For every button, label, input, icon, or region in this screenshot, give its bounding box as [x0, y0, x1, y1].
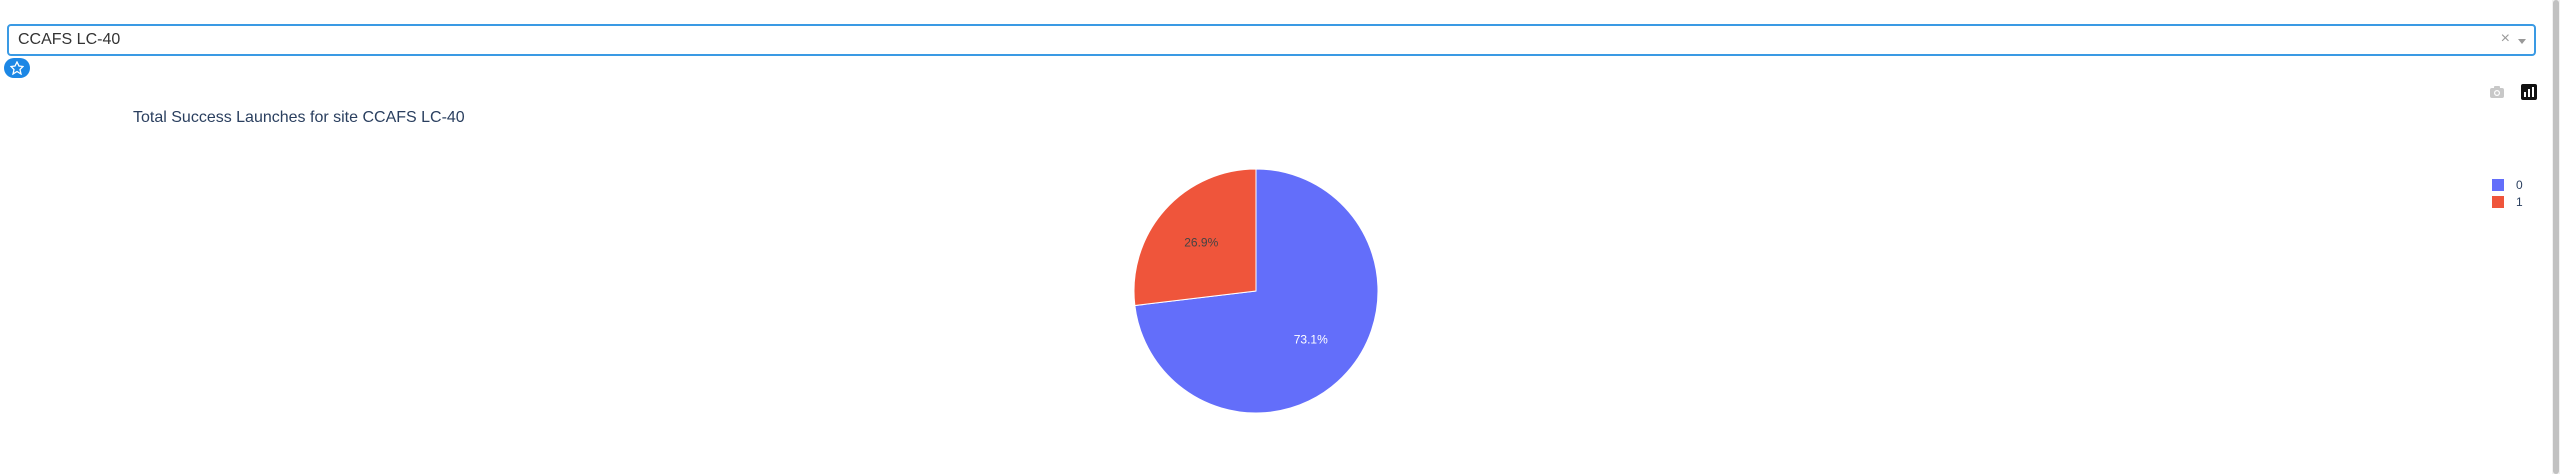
- chart-legend: 0 1: [2492, 176, 2523, 210]
- legend-item-0[interactable]: 0: [2492, 176, 2523, 193]
- vertical-scrollbar[interactable]: [2552, 0, 2560, 474]
- legend-label-0: 0: [2516, 177, 2523, 192]
- legend-swatch-1: [2492, 195, 2504, 208]
- scrollbar-thumb[interactable]: [2553, 0, 2559, 474]
- legend-label-1: 1: [2516, 194, 2523, 209]
- pie-label-1: 26.9%: [1184, 235, 1218, 249]
- pie-chart: 73.1% 26.9%: [1133, 168, 1379, 414]
- pie-label-0: 73.1%: [1294, 333, 1328, 347]
- legend-swatch-0: [2492, 178, 2504, 191]
- legend-item-1[interactable]: 1: [2492, 193, 2523, 210]
